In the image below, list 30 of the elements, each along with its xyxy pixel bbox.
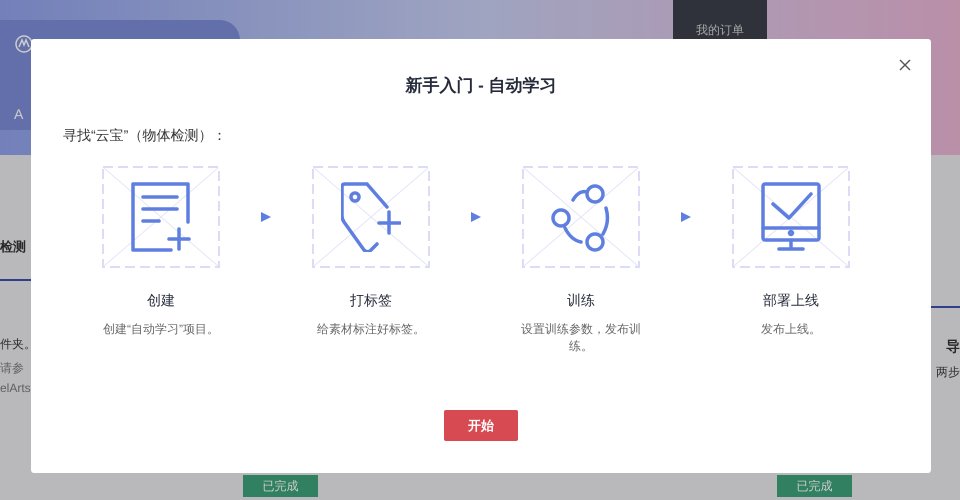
banner-subtitle: A (14, 105, 24, 124)
card-text: 件夹。 (0, 336, 31, 352)
step-description: 发布上线。 (760, 320, 822, 338)
dialog-subtitle: 寻找“云宝”（物体检测）： (63, 126, 228, 144)
step-title: 打标签 (350, 290, 392, 310)
monitor-check-icon (761, 182, 821, 252)
start-button[interactable]: 开始 (444, 410, 518, 441)
completed-button[interactable]: 已完成 (777, 475, 852, 497)
menu-item[interactable]: 我的订单 (696, 21, 744, 39)
card-text: 两步 (936, 364, 960, 381)
triangle-arrow-icon (260, 210, 272, 222)
tag-plus-icon (341, 182, 401, 252)
document-plus-icon (131, 182, 191, 252)
card-title: 导 (946, 337, 960, 356)
step-title: 训练 (567, 290, 595, 310)
step-title: 创建 (147, 290, 175, 310)
triangle-arrow-icon (680, 210, 692, 222)
step-description: 给素材标注好标签。 (316, 320, 426, 338)
connected-nodes-icon (551, 182, 611, 252)
dialog-title: 新手入门 - 自动学习 (405, 75, 557, 97)
step-description: 设置训练参数，发布训练。 (520, 320, 642, 354)
close-icon (899, 59, 911, 71)
step-title: 部署上线 (763, 290, 819, 310)
card-link[interactable]: elArts (0, 378, 31, 396)
card-text: 请参 (0, 360, 25, 376)
card-title: 检测 (0, 238, 27, 256)
close-button[interactable] (897, 57, 913, 73)
completed-button[interactable]: 已完成 (243, 475, 318, 497)
triangle-arrow-icon (470, 210, 482, 222)
step-description: 创建“自动学习”项目。 (102, 320, 220, 338)
